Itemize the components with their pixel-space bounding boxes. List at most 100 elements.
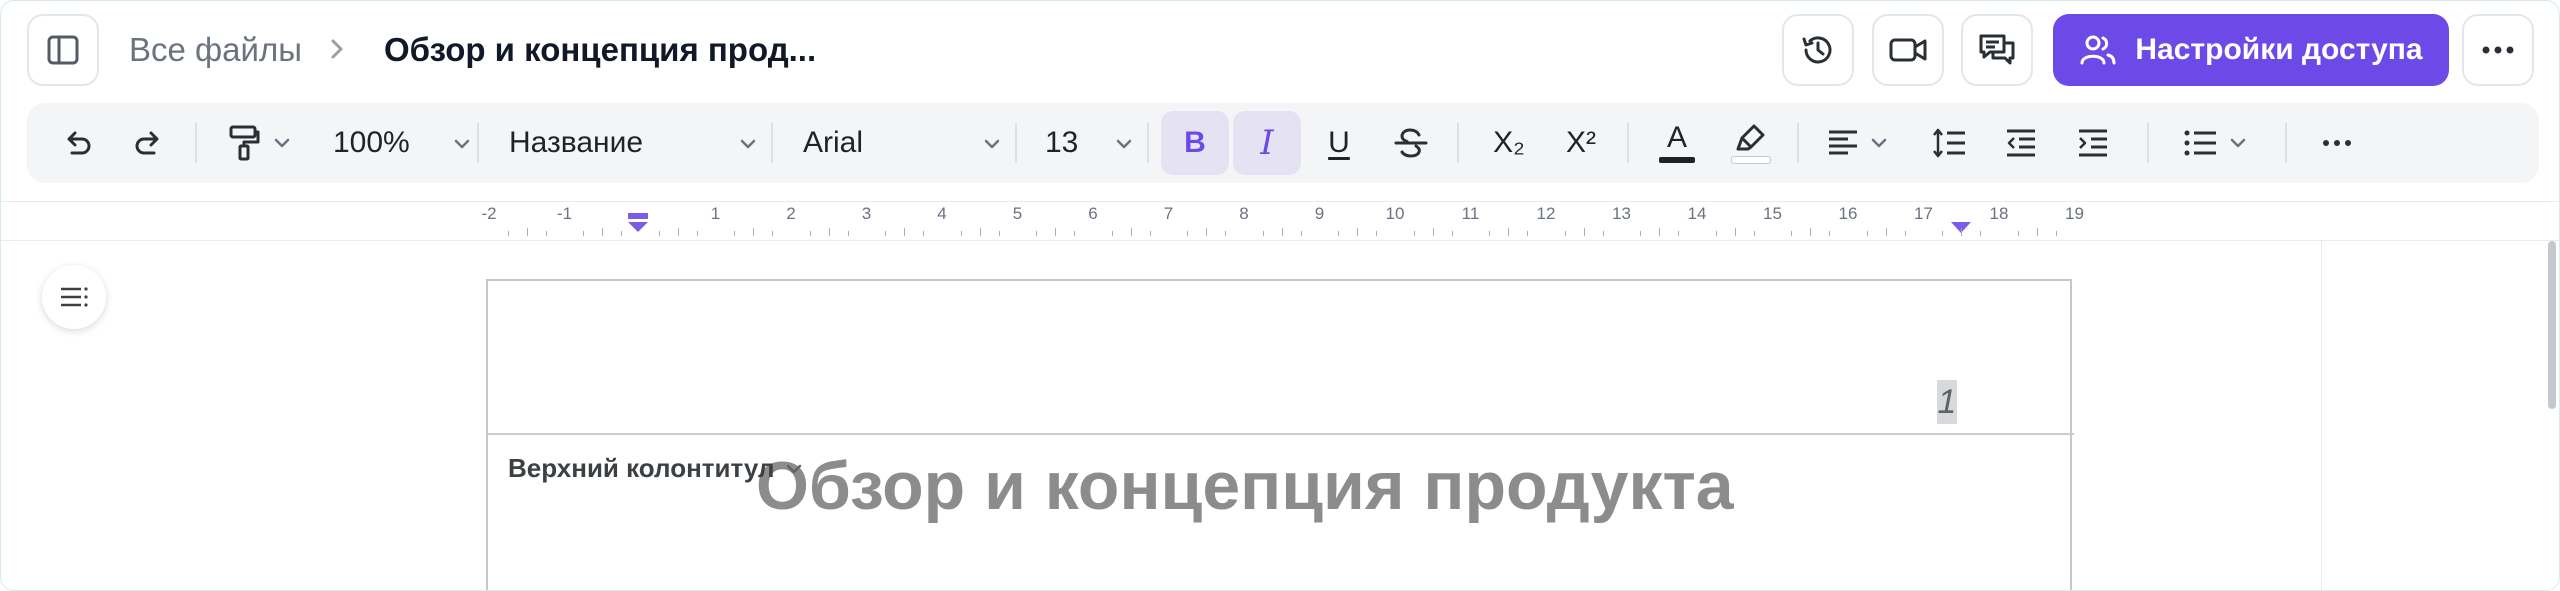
- ruler-label: 14: [1687, 204, 1707, 223]
- italic-button[interactable]: I: [1233, 111, 1301, 175]
- ruler-tick: [885, 231, 887, 236]
- header-boundary-line: [488, 433, 2074, 435]
- ruler-tick: [1527, 231, 1529, 236]
- ruler-tick: [1055, 228, 1057, 236]
- left-indent-marker[interactable]: [626, 213, 650, 235]
- top-bar: Все файлы Обзор и концепция прод... Наст…: [1, 1, 2559, 101]
- toolbar-divider: [1457, 123, 1459, 163]
- share-settings-button[interactable]: Настройки доступа: [2053, 14, 2449, 86]
- ruler-tick: [507, 231, 509, 236]
- ruler-tick: [1791, 231, 1793, 236]
- bold-label: B: [1184, 126, 1206, 159]
- header-section-toggle[interactable]: Верхний колонтитул: [508, 453, 805, 484]
- paragraph-style-select[interactable]: Название: [509, 111, 759, 175]
- highlighter-icon: [1736, 124, 1765, 151]
- document-title[interactable]: Обзор и концепция прод...: [384, 31, 816, 69]
- ruler-label: 10: [1385, 204, 1405, 223]
- document-page[interactable]: 1 Обзор и концепция продукта Верхний кол…: [486, 279, 2074, 590]
- ruler-label: 16: [1838, 204, 1858, 223]
- ruler-label: 9: [1314, 204, 1325, 223]
- chevron-down-icon: [274, 138, 290, 148]
- ruler-label: -1: [556, 204, 573, 223]
- app-window: Все файлы Обзор и концепция прод... Наст…: [0, 0, 2560, 591]
- ruler-label: 11: [1461, 204, 1480, 223]
- undo-button[interactable]: [47, 111, 107, 175]
- history-button[interactable]: [1782, 14, 1854, 86]
- ruler-tick: [1659, 228, 1661, 236]
- ruler-label: 7: [1163, 204, 1174, 223]
- redo-button[interactable]: [119, 111, 179, 175]
- page-number: 1: [1937, 380, 1957, 424]
- redo-icon: [135, 131, 159, 155]
- toolbar-divider: [195, 123, 197, 163]
- increase-indent-button[interactable]: [2063, 111, 2123, 175]
- ruler-tick: [1961, 228, 1963, 236]
- font-size-select[interactable]: 13: [1045, 111, 1135, 175]
- toolbar-more-button[interactable]: [2303, 111, 2371, 175]
- highlight-color-button[interactable]: [1717, 111, 1785, 175]
- outline-icon: [61, 287, 88, 307]
- format-painter-button[interactable]: [215, 111, 305, 175]
- align-button[interactable]: [1813, 111, 1903, 175]
- superscript-button[interactable]: X²: [1547, 111, 1615, 175]
- breadcrumb-root-link[interactable]: Все файлы: [129, 31, 302, 69]
- ruler-tick: [1225, 231, 1227, 236]
- more-options-button[interactable]: [2462, 14, 2534, 86]
- ruler-tick: [1036, 231, 1038, 236]
- ruler-label: 19: [2065, 204, 2084, 223]
- ruler-tick: [696, 231, 698, 236]
- comments-button[interactable]: [1961, 14, 2033, 86]
- strikethrough-button[interactable]: [1377, 111, 1445, 175]
- underline-button[interactable]: U: [1305, 111, 1373, 175]
- document-outline-button[interactable]: [42, 265, 106, 329]
- sidebar-toggle-button[interactable]: [27, 14, 99, 86]
- ruler-label: 5: [1012, 204, 1023, 223]
- zoom-value: 100%: [333, 126, 410, 159]
- font-family-select[interactable]: Arial: [803, 111, 1003, 175]
- share-settings-label: Настройки доступа: [2135, 33, 2423, 66]
- text-color-button[interactable]: A: [1643, 111, 1711, 175]
- ruler-tick: [979, 228, 981, 236]
- ruler-label: 12: [1536, 204, 1556, 223]
- ruler-tick: [1980, 231, 1982, 236]
- undo-icon: [67, 131, 91, 155]
- scrollbar-thumb[interactable]: [2548, 241, 2556, 409]
- format-painter-icon: [229, 125, 260, 161]
- bold-button[interactable]: B: [1161, 111, 1229, 175]
- zoom-select[interactable]: 100%: [333, 111, 473, 175]
- ruler-tick: [772, 231, 774, 236]
- ruler-tick: [1904, 231, 1906, 236]
- toolbar-divider: [2285, 123, 2287, 163]
- decrease-indent-button[interactable]: [1991, 111, 2051, 175]
- history-icon: [1802, 36, 1832, 64]
- ruler-tick: [526, 228, 528, 236]
- chevron-down-icon: [984, 139, 1000, 149]
- ruler-tick: [1942, 231, 1944, 236]
- bullet-list-button[interactable]: [2171, 111, 2261, 175]
- ruler-label: 13: [1612, 204, 1631, 223]
- ruler-label: 3: [861, 204, 872, 223]
- ruler-tick: [1130, 228, 1132, 236]
- subscript-button[interactable]: X₂: [1475, 111, 1543, 175]
- toolbar-divider: [1797, 123, 1799, 163]
- ruler-tick: [1451, 231, 1453, 236]
- more-horizontal-icon: [2482, 46, 2514, 54]
- ruler-tick: [847, 231, 849, 236]
- line-spacing-button[interactable]: [1919, 111, 1979, 175]
- subscript-label: X₂: [1493, 126, 1525, 159]
- toolbar-divider: [2147, 123, 2149, 163]
- sidebar-toggle-icon: [47, 35, 79, 65]
- ruler-tick: [545, 231, 547, 236]
- superscript-label: X²: [1566, 126, 1596, 159]
- document-heading[interactable]: Обзор и концепция продукта: [756, 447, 1734, 525]
- ruler-tick: [1281, 228, 1283, 236]
- font-size-value: 13: [1045, 126, 1079, 159]
- ruler-tick: [1206, 228, 1208, 236]
- indent-icon: [2079, 129, 2107, 157]
- video-call-button[interactable]: [1872, 14, 1944, 86]
- vertical-scrollbar[interactable]: [2545, 241, 2559, 590]
- ruler-tick: [1866, 231, 1868, 236]
- ruler-tick: [602, 228, 604, 236]
- video-icon: [1889, 38, 1927, 62]
- strikethrough-icon: [1394, 128, 1428, 158]
